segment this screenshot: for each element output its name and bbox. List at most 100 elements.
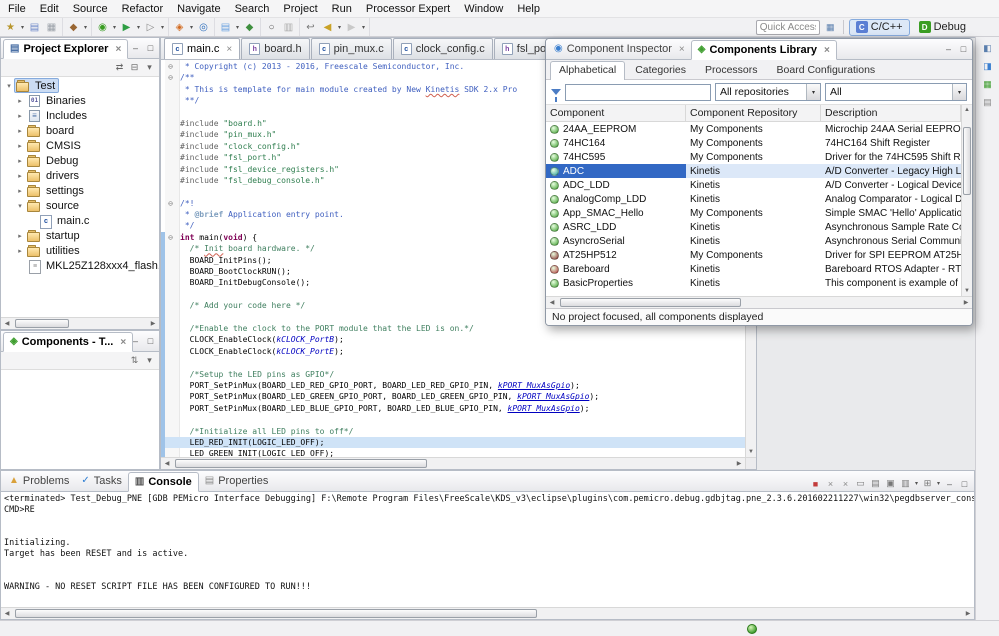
close-view-icon[interactable]: × bbox=[115, 44, 121, 55]
editor-hscrollbar[interactable]: ◀ ▶ bbox=[161, 457, 745, 469]
maximize-view-icon[interactable]: □ bbox=[143, 333, 158, 348]
expand-arrow-icon[interactable]: ▸ bbox=[15, 172, 25, 180]
component-inspector-shortcut-icon[interactable]: ◨ bbox=[980, 59, 995, 74]
tree-item-includes[interactable]: ▸Includes bbox=[1, 108, 159, 123]
open-console-icon[interactable]: ⊞ bbox=[920, 476, 935, 491]
view-tab-console[interactable]: ▥Console bbox=[128, 472, 199, 492]
menu-item-help[interactable]: Help bbox=[510, 0, 547, 17]
column-header-description[interactable]: Description bbox=[821, 105, 961, 121]
tree-item-cmsis[interactable]: ▸CMSIS bbox=[1, 138, 159, 153]
scroll-left-icon[interactable]: ◀ bbox=[1, 610, 13, 617]
minimize-view-icon[interactable]: – bbox=[128, 333, 143, 348]
scroll-left-icon[interactable]: ◀ bbox=[546, 299, 558, 306]
dropdown-arrow-icon[interactable]: ▾ bbox=[935, 480, 942, 487]
library-vscrollbar[interactable]: ▲ ▼ bbox=[961, 105, 972, 296]
editor-tab-clock-config-c[interactable]: cclock_config.c bbox=[393, 38, 493, 59]
component-filter-input[interactable] bbox=[565, 84, 711, 101]
close-tab-icon[interactable]: × bbox=[226, 44, 232, 55]
view-tab-component-inspector[interactable]: ◉Component Inspector× bbox=[548, 39, 691, 59]
scroll-left-icon[interactable]: ◀ bbox=[1, 320, 13, 327]
fold-collapse-icon[interactable]: ⊖ bbox=[161, 61, 180, 72]
scroll-thumb[interactable] bbox=[175, 459, 427, 468]
debug-config-icon[interactable]: ◎ bbox=[195, 19, 212, 35]
component-row-bareboard[interactable]: BareboardKinetisBareboard RTOS Adapter -… bbox=[546, 262, 961, 276]
menu-item-search[interactable]: Search bbox=[228, 0, 277, 17]
expand-arrow-icon[interactable]: ▸ bbox=[15, 187, 25, 195]
view-tab-problems[interactable]: ▲Problems bbox=[3, 471, 75, 491]
forward-icon[interactable]: ▶ bbox=[343, 19, 360, 35]
subtab-alphabetical[interactable]: Alphabetical bbox=[550, 61, 625, 80]
component-row-74hc595[interactable]: 74HC595My ComponentsDriver for the 74HC5… bbox=[546, 150, 961, 164]
new-class-icon[interactable]: ◆ bbox=[241, 19, 258, 35]
menu-item-source[interactable]: Source bbox=[66, 0, 115, 17]
close-view-icon[interactable]: × bbox=[679, 44, 685, 55]
library-hscrollbar[interactable]: ◀ ▶ bbox=[546, 296, 972, 308]
component-row-asrc-ldd[interactable]: ASRC_LDDKinetisAsynchronous Sample Rate … bbox=[546, 220, 961, 234]
dropdown-arrow-icon[interactable]: ▾ bbox=[159, 24, 166, 31]
clear-console-icon[interactable]: ▭ bbox=[853, 476, 868, 491]
view-tab-components-library[interactable]: ◈Components Library× bbox=[691, 40, 837, 60]
scroll-right-icon[interactable]: ▶ bbox=[147, 320, 159, 327]
repository-filter-select[interactable]: All repositories ▾ bbox=[715, 83, 821, 101]
subtab-categories[interactable]: Categories bbox=[626, 61, 695, 79]
scroll-track[interactable] bbox=[962, 115, 972, 286]
expand-arrow-icon[interactable]: ▸ bbox=[15, 97, 25, 105]
subtab-processors[interactable]: Processors bbox=[696, 61, 767, 79]
view-menu-icon[interactable]: ▾ bbox=[142, 353, 157, 368]
tree-item-settings[interactable]: ▸settings bbox=[1, 183, 159, 198]
scroll-down-icon[interactable]: ▼ bbox=[746, 447, 756, 457]
remove-all-launches-icon[interactable]: × bbox=[838, 476, 853, 491]
restore-view-icon[interactable]: ◧ bbox=[980, 41, 995, 56]
scroll-track[interactable] bbox=[173, 458, 733, 469]
toggle-mark-occurrences-icon[interactable]: ▥ bbox=[280, 19, 297, 35]
collapse-arrow-icon[interactable]: ▾ bbox=[4, 82, 14, 90]
last-edit-location-icon[interactable]: ↩ bbox=[302, 19, 319, 35]
code-line[interactable]: CLOCK_EnableClock(kCLOCK_PortB); bbox=[161, 334, 745, 345]
scroll-down-icon[interactable]: ▼ bbox=[962, 286, 972, 296]
code-line[interactable] bbox=[161, 414, 745, 425]
back-icon[interactable]: ◀ bbox=[319, 19, 336, 35]
quick-access-input[interactable] bbox=[756, 20, 820, 35]
tree-item-mkl25z128xxx4-flash-ld[interactable]: MKL25Z128xxx4_flash.ld bbox=[1, 258, 159, 273]
components-library-shortcut-icon[interactable]: ▦ bbox=[980, 77, 995, 92]
external-tools-icon[interactable]: ▷ bbox=[142, 19, 159, 35]
dropdown-arrow-icon[interactable]: ▾ bbox=[111, 24, 118, 31]
scroll-thumb[interactable] bbox=[15, 609, 537, 618]
expand-arrow-icon[interactable]: ▸ bbox=[15, 112, 25, 120]
view-menu-icon[interactable]: ▾ bbox=[142, 60, 157, 75]
tree-item-source[interactable]: ▾source bbox=[1, 198, 159, 213]
components-view-tab[interactable]: ◈ Components - T... × bbox=[3, 332, 133, 352]
search-icon[interactable]: ○ bbox=[263, 19, 280, 35]
menu-item-file[interactable]: File bbox=[1, 0, 33, 17]
menu-item-run[interactable]: Run bbox=[325, 0, 359, 17]
code-line[interactable]: PORT_SetPinMux(BOARD_LED_BLUE_GPIO_PORT,… bbox=[161, 403, 745, 414]
menu-item-edit[interactable]: Edit bbox=[33, 0, 66, 17]
component-row-asyncroserial[interactable]: AsyncroSerialKinetisAsynchronous Serial … bbox=[546, 234, 961, 248]
expand-arrow-icon[interactable]: ▸ bbox=[15, 142, 25, 150]
run-icon[interactable]: ▶ bbox=[118, 19, 135, 35]
tree-item-board[interactable]: ▸board bbox=[1, 123, 159, 138]
expand-arrow-icon[interactable]: ▸ bbox=[15, 247, 25, 255]
pin-console-icon[interactable]: ▣ bbox=[883, 476, 898, 491]
scroll-up-icon[interactable]: ▲ bbox=[962, 105, 972, 115]
menu-item-processor-expert[interactable]: Processor Expert bbox=[359, 0, 457, 17]
component-row-24aa-eeprom[interactable]: 24AA_EEPROMMy ComponentsMicrochip 24AA S… bbox=[546, 122, 961, 136]
tree-item-utilities[interactable]: ▸utilities bbox=[1, 243, 159, 258]
minimize-view-icon[interactable]: – bbox=[942, 476, 957, 491]
console-output[interactable]: <terminated> Test_Debug_PNE [GDB PEMicro… bbox=[1, 492, 974, 607]
fold-collapse-icon[interactable]: ⊖ bbox=[161, 72, 180, 83]
tree-item-drivers[interactable]: ▸drivers bbox=[1, 168, 159, 183]
sort-icon[interactable]: ⇅ bbox=[127, 353, 142, 368]
code-line[interactable]: PORT_SetPinMux(BOARD_LED_RED_GPIO_PORT, … bbox=[161, 380, 745, 391]
scroll-right-icon[interactable]: ▶ bbox=[960, 299, 972, 306]
component-row-basicproperties[interactable]: BasicPropertiesKinetisThis component is … bbox=[546, 276, 961, 290]
component-row-74hc164[interactable]: 74HC164My Components74HC164 Shift Regist… bbox=[546, 136, 961, 150]
project-explorer-hscrollbar[interactable]: ◀ ▶ bbox=[1, 317, 159, 329]
perspective-button-debug[interactable]: DDebug bbox=[912, 19, 973, 36]
scroll-right-icon[interactable]: ▶ bbox=[962, 610, 974, 617]
dropdown-arrow-icon[interactable]: ▾ bbox=[360, 24, 367, 31]
fold-collapse-icon[interactable]: ⊖ bbox=[161, 198, 180, 209]
component-row-analogcomp-ldd[interactable]: AnalogComp_LDDKinetisAnalog Comparator -… bbox=[546, 192, 961, 206]
scroll-left-icon[interactable]: ◀ bbox=[161, 460, 173, 467]
editor-tab-pin-mux-c[interactable]: cpin_mux.c bbox=[311, 38, 392, 59]
